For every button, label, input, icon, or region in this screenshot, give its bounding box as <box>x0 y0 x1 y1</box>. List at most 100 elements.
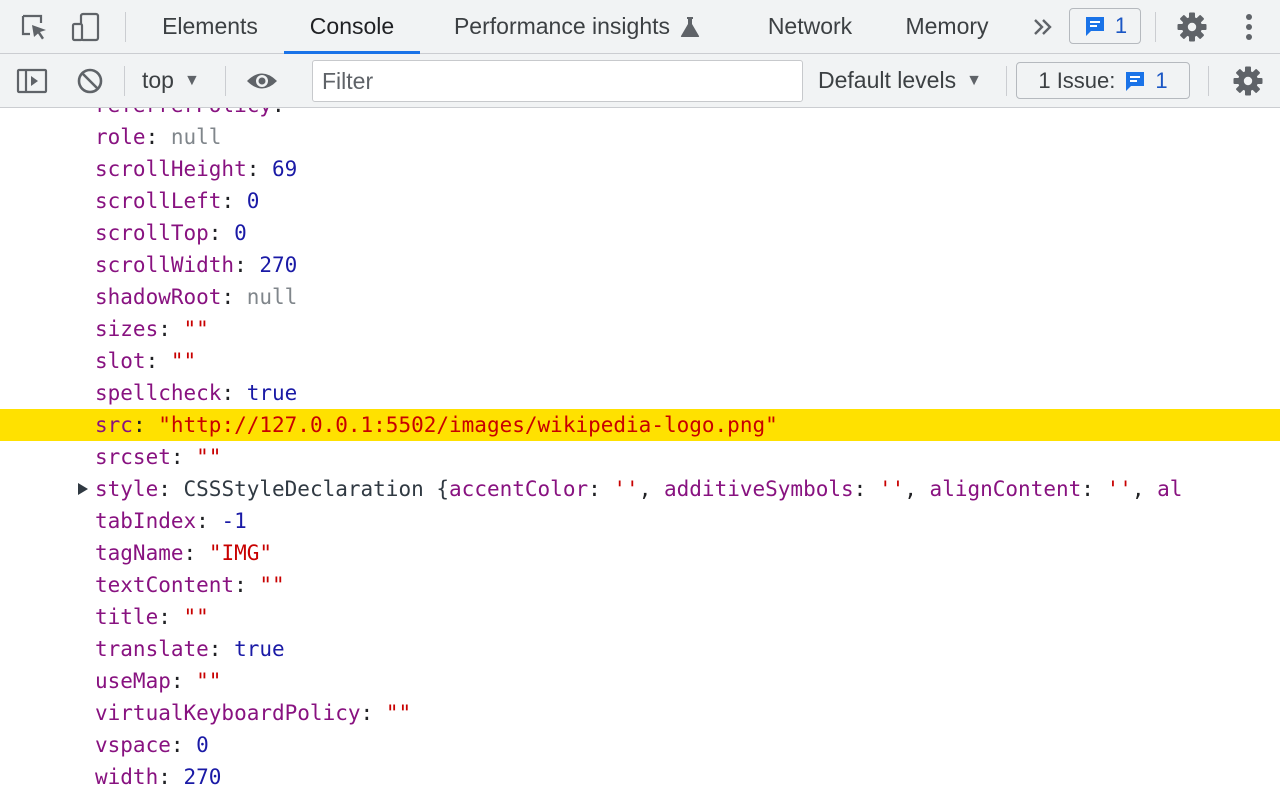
property-text: referrerPolicy: "" <box>95 108 323 121</box>
property-row-scrollwidth: scrollWidth: 270 <box>0 249 1280 281</box>
property-key: vspace <box>95 733 171 757</box>
property-key: width <box>95 765 159 789</box>
property-row-referrerpolicy: referrerPolicy: "" <box>0 108 1280 121</box>
property-key: role <box>95 125 146 149</box>
message-icon <box>1085 17 1104 36</box>
property-row-slot: slot: "" <box>0 345 1280 377</box>
issues-button[interactable]: 1 Issue: 1 <box>1016 62 1190 99</box>
property-value: "" <box>170 349 197 373</box>
object-type-name: CSSStyleDeclaration <box>183 477 424 501</box>
tab-console[interactable]: Console <box>284 0 420 53</box>
more-options-kebab-icon[interactable] <box>1232 0 1266 53</box>
object-entry-key: alignContent <box>929 477 1082 501</box>
log-levels-dropdown[interactable]: Default levels ▼ <box>818 54 982 107</box>
property-key: spellcheck <box>95 381 222 405</box>
property-row-shadowroot: shadowRoot: null <box>0 281 1280 313</box>
property-key: scrollWidth <box>95 253 235 277</box>
property-row-title: title: "" <box>0 601 1280 633</box>
device-toolbar-icon[interactable] <box>68 0 104 53</box>
flask-icon <box>680 16 700 37</box>
property-text: sizes: "" <box>95 317 209 341</box>
issues-label: 1 Issue: <box>1038 67 1116 93</box>
property-text: translate: true <box>95 637 285 661</box>
object-entry-value: '' <box>878 477 905 501</box>
messages-badge-button[interactable]: 1 <box>1069 8 1141 44</box>
property-value: true <box>246 381 298 405</box>
property-key: scrollHeight <box>95 157 247 181</box>
clear-console-icon[interactable] <box>72 54 108 107</box>
property-row-translate: translate: true <box>0 633 1280 665</box>
property-text: tagName: "IMG" <box>95 541 273 565</box>
property-row-sizes: sizes: "" <box>0 313 1280 345</box>
property-key: title <box>95 605 159 629</box>
property-row-style[interactable]: style: CSSStyleDeclaration {accentColor:… <box>0 473 1280 505</box>
property-text: scrollTop: 0 <box>95 221 247 245</box>
more-tabs-chevron-icon[interactable] <box>1026 0 1060 53</box>
sidebar-toggle-icon[interactable] <box>14 54 50 107</box>
message-icon <box>1126 71 1145 91</box>
messages-count: 1 <box>1114 13 1128 38</box>
property-value: "http://127.0.0.1:5502/images/wikipedia-… <box>158 413 778 437</box>
divider <box>1208 66 1209 96</box>
property-text: style: CSSStyleDeclaration {accentColor:… <box>95 477 1183 501</box>
property-row-usemap: useMap: "" <box>0 665 1280 697</box>
property-key: referrerPolicy <box>95 108 272 117</box>
expand-triangle-icon[interactable] <box>78 483 88 495</box>
property-value: "" <box>183 317 209 341</box>
property-text: textContent: "" <box>95 573 285 597</box>
property-text: title: "" <box>95 605 209 629</box>
property-row-srcset: srcset: "" <box>0 441 1280 473</box>
property-text: srcset: "" <box>95 445 222 469</box>
property-value: true <box>234 637 285 661</box>
live-expression-eye-icon[interactable] <box>242 54 282 107</box>
dropdown-caret-icon: ▼ <box>183 71 200 89</box>
property-key: slot <box>95 349 146 373</box>
property-key: tagName <box>95 541 184 565</box>
console-output[interactable]: referrerPolicy: "" role: null scrollHeight… <box>0 108 1280 800</box>
log-levels-label: Default levels <box>818 67 957 93</box>
dropdown-caret-icon: ▼ <box>966 71 982 89</box>
property-value: null <box>246 285 298 309</box>
tab-elements[interactable]: Elements <box>142 0 278 53</box>
filter-input[interactable] <box>312 60 803 102</box>
property-row-scrolltop: scrollTop: 0 <box>0 217 1280 249</box>
property-value: "" <box>183 605 209 629</box>
property-value: "" <box>196 669 222 693</box>
context-selector-value: top <box>142 67 174 93</box>
divider <box>1006 66 1007 96</box>
property-key: virtualKeyboardPolicy <box>95 701 361 725</box>
inspect-element-icon[interactable] <box>16 0 52 53</box>
property-row-src: src: "http://127.0.0.1:5502/images/wikip… <box>0 409 1280 441</box>
tab-memory[interactable]: Memory <box>890 0 1004 53</box>
divider <box>1155 12 1156 42</box>
property-text: tabIndex: -1 <box>95 509 247 533</box>
property-row-role: role: null <box>0 121 1280 153</box>
property-row-textcontent: textContent: "" <box>0 569 1280 601</box>
console-settings-gear-icon[interactable] <box>1228 54 1268 107</box>
property-row-spellcheck: spellcheck: true <box>0 377 1280 409</box>
tab-performance-insights-label: Performance insights <box>453 13 671 39</box>
object-entry-value: '' <box>1106 477 1132 501</box>
property-row-x: x: 275 <box>0 793 1280 800</box>
property-value: "IMG" <box>208 541 273 565</box>
property-value: 0 <box>196 733 209 757</box>
tab-network[interactable]: Network <box>748 0 872 53</box>
property-value: null <box>170 125 222 149</box>
property-key: useMap <box>95 669 171 693</box>
property-key: sizes <box>95 317 159 341</box>
divider <box>124 66 125 96</box>
property-key: textContent <box>95 573 235 597</box>
devtools-tab-bar: Elements Console Performance insights Ne… <box>0 0 1280 54</box>
property-key: translate <box>95 637 209 661</box>
property-key: scrollLeft <box>95 189 222 213</box>
context-selector[interactable]: top ▼ <box>142 54 200 107</box>
property-value: "" <box>196 445 222 469</box>
tab-performance-insights[interactable]: Performance insights <box>432 0 722 53</box>
property-value: "" <box>259 573 285 597</box>
object-entry-value: '' <box>613 477 639 501</box>
console-toolbar: top ▼ Default levels ▼ 1 Issue: 1 <box>0 54 1280 108</box>
property-text: scrollWidth: 270 <box>95 253 298 277</box>
property-text: shadowRoot: null <box>95 285 298 309</box>
settings-gear-icon[interactable] <box>1172 0 1212 53</box>
property-key: tabIndex <box>95 509 197 533</box>
